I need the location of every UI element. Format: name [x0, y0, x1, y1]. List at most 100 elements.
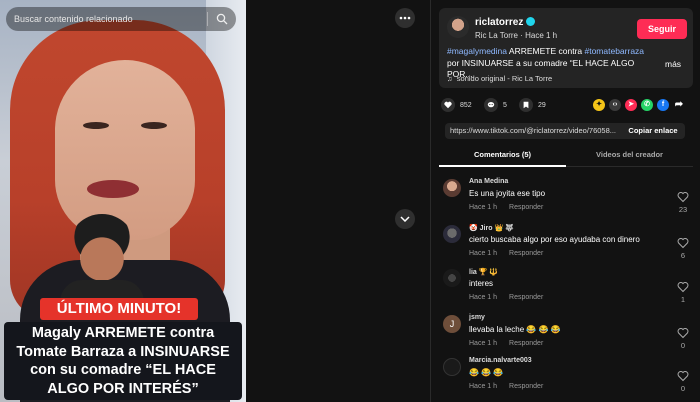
verified-badge-icon: [526, 17, 536, 26]
video-player[interactable]: Buscar contenido relacionado ÚLTIMO MINU…: [0, 0, 246, 402]
share-arrow-icon[interactable]: ➦: [673, 99, 685, 111]
search-bar[interactable]: Buscar contenido relacionado: [6, 7, 236, 31]
comment-item: 🤡 Jiro 👑 🐺 cierto buscaba algo por eso a…: [441, 223, 691, 269]
save-count: 29: [538, 101, 546, 109]
comment-like-count: 1: [680, 295, 686, 304]
comment-time: Hace 1 h: [469, 204, 498, 211]
more-options-button[interactable]: [395, 8, 415, 28]
follow-button[interactable]: Seguir: [637, 19, 687, 39]
tab-bar: Comentarios (5) Videos del creador: [439, 147, 693, 167]
comment-meta: Hace 1 h Responder: [469, 294, 543, 301]
author-username[interactable]: riclatorrez: [475, 17, 523, 28]
sound-link[interactable]: ♫ sonido original - Ric La Torre: [447, 74, 552, 83]
comment-meta: Hace 1 h Responder: [469, 383, 543, 390]
presenter-face: [55, 60, 195, 240]
tab-comments[interactable]: Comentarios (5): [439, 150, 566, 159]
video-headline: Magaly ARREMETE contra Tomate Barraza a …: [4, 322, 242, 400]
heart-outline-icon[interactable]: [677, 370, 689, 382]
commenter-avatar[interactable]: [443, 269, 461, 287]
comment-meta: Hace 1 h Responder: [469, 340, 543, 347]
heart-outline-icon[interactable]: [677, 327, 689, 339]
headline-line: Tomate Barraza a INSINUARSE: [16, 343, 230, 360]
post-card: riclatorrez Ric La Torre · Hace 1 h Segu…: [439, 8, 693, 88]
comment-time: Hace 1 h: [469, 294, 498, 301]
comment-item: lia 🏆 🔱 interes Hace 1 h Responder 1: [441, 267, 691, 313]
like-action[interactable]: 852: [441, 98, 472, 112]
reply-button[interactable]: Responder: [509, 383, 543, 390]
hashtag-link[interactable]: #tomatebarraza: [584, 46, 644, 56]
commenter-avatar[interactable]: [443, 358, 461, 376]
chevron-down-icon: [400, 216, 410, 222]
comment-like-count: 6: [680, 251, 686, 260]
save-action[interactable]: 29: [519, 98, 546, 112]
comment-like-count: 0: [680, 384, 686, 393]
tiktok-video-viewer: Buscar contenido relacionado ÚLTIMO MINU…: [0, 0, 700, 402]
comment-icon[interactable]: [484, 98, 498, 112]
bookmark-icon[interactable]: [519, 98, 533, 112]
comment-like-count: 23: [678, 205, 688, 214]
commenter-name[interactable]: Ana Medina: [469, 178, 508, 185]
headline-line: ALGO POR INTERÉS”: [47, 380, 199, 397]
caption-text: ARREMETE contra: [507, 46, 585, 56]
search-input[interactable]: Buscar contenido relacionado: [14, 14, 199, 24]
commenter-avatar[interactable]: [443, 179, 461, 197]
author-avatar[interactable]: [447, 16, 469, 38]
search-icon[interactable]: [216, 13, 228, 25]
repost-icon[interactable]: ✦: [593, 99, 605, 111]
video-link-field[interactable]: https://www.tiktok.com/@riclatorrez/vide…: [445, 123, 621, 139]
comment-meta: Hace 1 h Responder: [469, 204, 543, 211]
comment-like-count: 0: [680, 341, 686, 350]
reply-button[interactable]: Responder: [509, 340, 543, 347]
active-tab-indicator: [439, 165, 566, 167]
copy-link-button[interactable]: Copiar enlace: [621, 123, 685, 139]
caption-more-link[interactable]: más: [665, 59, 681, 69]
heart-outline-icon[interactable]: [677, 237, 689, 249]
send-to-friends-icon[interactable]: ➤: [625, 99, 637, 111]
whatsapp-icon[interactable]: ✆: [641, 99, 653, 111]
reply-button[interactable]: Responder: [509, 294, 543, 301]
presenter-eye: [141, 122, 167, 129]
next-video-button[interactable]: [395, 209, 415, 229]
heart-icon[interactable]: [441, 98, 455, 112]
music-note-icon: ♫: [447, 74, 453, 83]
tab-creator-videos[interactable]: Videos del creador: [566, 150, 693, 159]
action-bar: 852 5 29 ✦ ‹› ➤ ✆ f ➦: [441, 98, 693, 114]
comment-text: 😂 😂 😂: [469, 368, 504, 377]
commenter-name[interactable]: lia 🏆 🔱: [469, 268, 498, 276]
commenter-name[interactable]: jsmy: [469, 314, 485, 321]
hashtag-link[interactable]: #magalymedina: [447, 46, 507, 56]
headline-line: Magaly ARREMETE contra: [31, 325, 215, 341]
reply-button[interactable]: Responder: [509, 204, 543, 211]
heart-outline-icon[interactable]: [677, 281, 689, 293]
video-side-area: [246, 0, 430, 402]
comment-count: 5: [503, 101, 507, 109]
comment-item: J jsmy llevaba la leche 😂 😂 😂 Hace 1 h Re…: [441, 313, 691, 359]
facebook-icon[interactable]: f: [657, 99, 669, 111]
comment-item: Marcia.nalvarte003 😂 😂 😂 Hace 1 h Respond…: [441, 356, 691, 402]
comment-text: llevaba la leche 😂 😂 😂: [469, 325, 561, 334]
comment-action[interactable]: 5: [484, 98, 507, 112]
embed-code-icon[interactable]: ‹›: [609, 99, 621, 111]
breaking-news-banner: ÚLTIMO MINUTO!: [40, 298, 198, 320]
commenter-avatar[interactable]: [443, 225, 461, 243]
comment-text: cierto buscaba algo por eso ayudaba con …: [469, 235, 640, 244]
commenter-name[interactable]: 🤡 Jiro 👑 🐺: [469, 224, 514, 232]
heart-outline-icon[interactable]: [677, 191, 689, 203]
comment-text: Es una joyita ese tipo: [469, 189, 546, 198]
author-username-row[interactable]: riclatorrez: [475, 17, 536, 28]
headline-line: con su comadre “EL HACE: [30, 362, 216, 378]
comment-time: Hace 1 h: [469, 383, 498, 390]
presenter-eye: [83, 122, 109, 129]
comment-time: Hace 1 h: [469, 340, 498, 347]
reply-button[interactable]: Responder: [509, 250, 543, 257]
author-line: Ric La Torre · Hace 1 h: [475, 31, 558, 40]
like-count: 852: [460, 101, 472, 109]
comment-item: Ana Medina Es una joyita ese tipo Hace 1…: [441, 177, 691, 223]
commenter-avatar[interactable]: J: [443, 315, 461, 333]
commenter-name[interactable]: Marcia.nalvarte003: [469, 357, 532, 364]
sound-name[interactable]: sonido original - Ric La Torre: [457, 74, 552, 83]
comment-meta: Hace 1 h Responder: [469, 250, 543, 257]
details-panel: riclatorrez Ric La Torre · Hace 1 h Segu…: [430, 0, 700, 402]
search-divider: [207, 12, 208, 26]
presenter-mouth: [87, 180, 139, 198]
